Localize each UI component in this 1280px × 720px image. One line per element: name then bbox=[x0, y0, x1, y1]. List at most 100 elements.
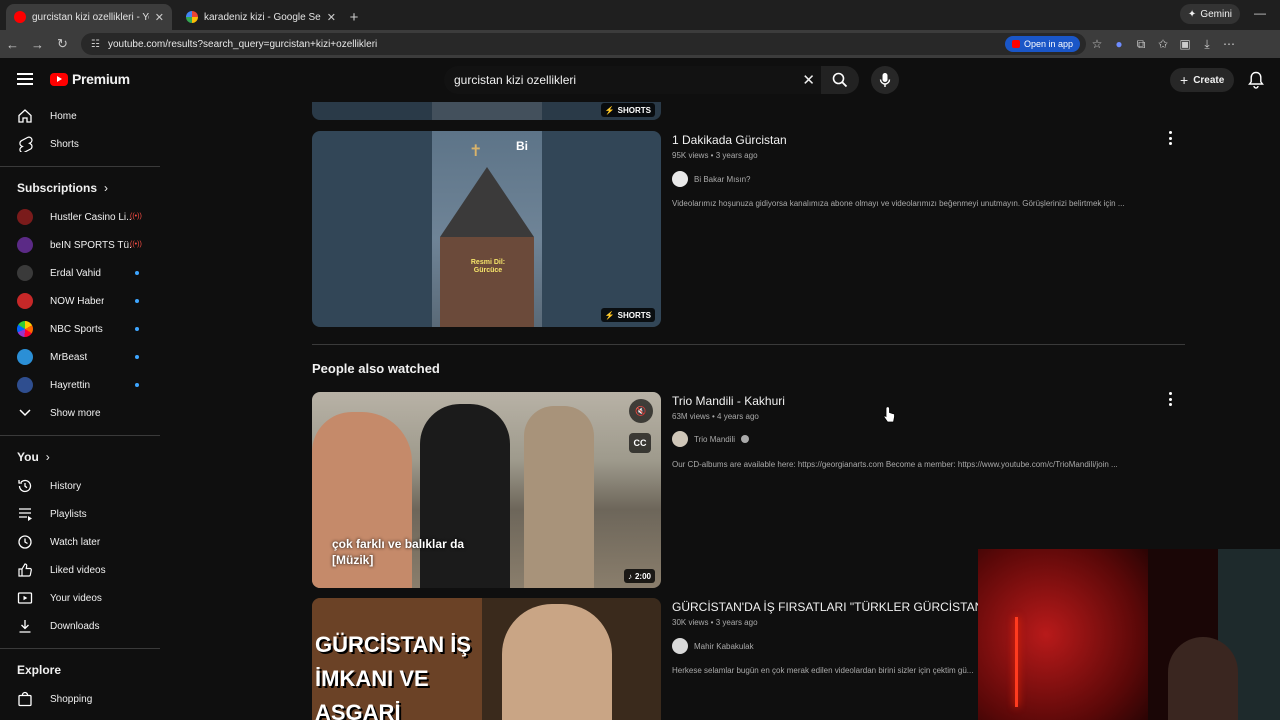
sidebar-item-downloads[interactable]: Downloads bbox=[0, 612, 160, 640]
short-thumbnail-partial[interactable]: ⚡ SHORTS bbox=[312, 102, 661, 120]
sidebar-item-show-more[interactable]: Show more bbox=[0, 399, 160, 427]
shopping-icon bbox=[17, 691, 33, 707]
sidebar-item-label: Liked videos bbox=[50, 564, 106, 576]
download-icon[interactable]: ⤓ bbox=[1196, 37, 1218, 52]
sidebar-item-subscription[interactable]: Hustler Casino Li... ((•)) bbox=[0, 203, 160, 231]
sidebar-item-watch-later[interactable]: Watch later bbox=[0, 528, 160, 556]
sidebar-item-subscription[interactable]: NOW Haber bbox=[0, 287, 160, 315]
puzzle-icon[interactable]: ⧉ bbox=[1130, 37, 1152, 52]
sidebar-item-your-videos[interactable]: Your videos bbox=[0, 584, 160, 612]
new-content-dot bbox=[135, 299, 139, 303]
sidebar-item-subscription[interactable]: NBC Sports bbox=[0, 315, 160, 343]
video-thumbnail[interactable]: çok farklı ve balıklar da [Müzik] 🔇 CC ♪… bbox=[312, 392, 661, 588]
create-button[interactable]: + Create bbox=[1170, 68, 1235, 92]
gemini-button[interactable]: ✦ Gemini bbox=[1179, 4, 1240, 24]
split-screen-icon[interactable]: ▣ bbox=[1174, 37, 1196, 51]
more-actions-icon[interactable] bbox=[1168, 392, 1172, 406]
open-in-app-label: Open in app bbox=[1023, 39, 1073, 49]
subscriptions-header[interactable]: Subscriptions › bbox=[0, 173, 160, 203]
channel-avatar bbox=[17, 209, 33, 225]
tab-title: karadeniz kizi - Google Search bbox=[204, 11, 321, 23]
sidebar-item-shorts[interactable]: Shorts bbox=[0, 130, 160, 158]
url-bar[interactable]: ☷ youtube.com/results?search_query=gurci… bbox=[81, 33, 1086, 55]
extension-icon[interactable]: ● bbox=[1108, 37, 1130, 51]
shorts-badge: ⚡ SHORTS bbox=[600, 103, 655, 117]
sidebar-item-subscription[interactable]: MrBeast bbox=[0, 343, 160, 371]
chevron-right-icon: › bbox=[45, 450, 50, 464]
video-channel[interactable]: Bi Bakar Mısın? bbox=[672, 171, 750, 187]
channel-avatar bbox=[672, 171, 688, 187]
webcam-overlay bbox=[978, 549, 1280, 720]
video-title[interactable]: GÜRCİSTAN'DA İŞ FIRSATLARI "TÜRKLER GÜRC… bbox=[672, 600, 978, 614]
you-header[interactable]: You › bbox=[0, 442, 160, 472]
video-title[interactable]: Trio Mandili - Kakhuri bbox=[672, 394, 785, 408]
notifications-icon[interactable] bbox=[1248, 71, 1264, 94]
reload-icon[interactable]: ↻ bbox=[50, 36, 75, 52]
sidebar-item-label: Erdal Vahid bbox=[50, 267, 101, 279]
thumbnail-image bbox=[502, 604, 612, 720]
section-divider bbox=[312, 344, 1185, 345]
voice-search-button[interactable] bbox=[871, 66, 899, 94]
watch-later-icon bbox=[17, 534, 33, 550]
more-actions-icon[interactable] bbox=[1168, 131, 1172, 145]
video-title[interactable]: 1 Dakikada Gürcistan bbox=[672, 133, 787, 147]
tab-youtube[interactable]: gurcistan kizi ozellikleri - YouTube ✕ bbox=[6, 4, 172, 30]
site-info-icon[interactable]: ☷ bbox=[91, 39, 100, 50]
mute-icon[interactable]: 🔇 bbox=[629, 399, 653, 423]
sidebar-item-playlists[interactable]: Playlists bbox=[0, 500, 160, 528]
tab-close-icon[interactable]: ✕ bbox=[327, 11, 336, 24]
your-videos-icon bbox=[17, 590, 33, 606]
sidebar-item-subscription[interactable]: Erdal Vahid bbox=[0, 259, 160, 287]
chevron-down-icon bbox=[17, 405, 33, 421]
playlists-icon bbox=[17, 506, 33, 522]
menu-icon[interactable] bbox=[17, 73, 33, 85]
sidebar: Home Shorts Subscriptions › Hustler Casi… bbox=[0, 102, 160, 720]
video-channel[interactable]: Mahir Kabakulak bbox=[672, 638, 754, 654]
minimize-icon[interactable]: — bbox=[1254, 6, 1266, 20]
shorts-icon: ⚡ bbox=[604, 310, 615, 320]
video-thumbnail[interactable]: GÜRCİSTAN İŞ İMKANI VE ASGARİ bbox=[312, 598, 661, 720]
video-thumbnail[interactable]: Bi ✝ Resmi Dil: Gürcüce ⚡ SHORTS bbox=[312, 131, 661, 327]
explore-header: Explore bbox=[0, 655, 160, 685]
sidebar-item-history[interactable]: History bbox=[0, 472, 160, 500]
sidebar-item-label: Your videos bbox=[50, 592, 102, 604]
forward-icon[interactable]: → bbox=[25, 37, 50, 52]
shorts-badge: ⚡ SHORTS bbox=[600, 308, 655, 322]
clear-search-icon[interactable]: ✕ bbox=[802, 71, 815, 89]
search-input[interactable]: gurcistan kizi ozellikleri ✕ bbox=[444, 66, 821, 94]
video-description: Videolarımız hoşunuza gidiyorsa kanalımı… bbox=[672, 199, 1125, 208]
sidebar-item-label: MrBeast bbox=[50, 351, 88, 363]
sidebar-item-label: Show more bbox=[50, 407, 101, 419]
duration-badge: ♪ 2:00 bbox=[623, 569, 655, 583]
cc-button[interactable]: CC bbox=[629, 433, 651, 453]
explore-title: Explore bbox=[17, 663, 62, 677]
youtube-logo[interactable]: Premium bbox=[50, 71, 130, 87]
search-button[interactable] bbox=[821, 66, 859, 94]
sidebar-item-shopping[interactable]: Shopping bbox=[0, 685, 160, 713]
sidebar-item-label: beIN SPORTS Tü... bbox=[50, 239, 132, 251]
search-icon bbox=[832, 72, 848, 88]
sidebar-item-label: Downloads bbox=[50, 620, 100, 632]
tab-google[interactable]: karadeniz kizi - Google Search ✕ bbox=[178, 4, 344, 30]
thumbnail-overlay-text: Resmi Dil: Gürcüce bbox=[470, 259, 506, 274]
video-channel[interactable]: Trio Mandili bbox=[672, 431, 750, 447]
sidebar-item-subscription[interactable]: beIN SPORTS Tü... ((•)) bbox=[0, 231, 160, 259]
bookmark-star-icon[interactable]: ☆ bbox=[1086, 37, 1108, 51]
open-in-app-button[interactable]: Open in app bbox=[1004, 36, 1080, 52]
channel-avatar bbox=[17, 377, 33, 393]
sidebar-item-subscription[interactable]: Hayrettin bbox=[0, 371, 160, 399]
more-icon[interactable]: ⋯ bbox=[1218, 37, 1240, 51]
new-tab-button[interactable]: + bbox=[344, 4, 364, 30]
plus-icon: + bbox=[1180, 72, 1189, 88]
history-icon bbox=[17, 478, 33, 494]
back-icon[interactable]: ← bbox=[0, 37, 25, 52]
favorites-icon[interactable]: ✩ bbox=[1152, 37, 1174, 51]
sidebar-item-label: Watch later bbox=[50, 536, 101, 548]
create-label: Create bbox=[1193, 74, 1225, 86]
channel-avatar bbox=[17, 265, 33, 281]
sidebar-item-home[interactable]: Home bbox=[0, 102, 160, 130]
sidebar-item-label: Home bbox=[50, 110, 77, 122]
sidebar-item-liked-videos[interactable]: Liked videos bbox=[0, 556, 160, 584]
new-content-dot bbox=[135, 355, 139, 359]
tab-close-icon[interactable]: ✕ bbox=[155, 11, 164, 24]
